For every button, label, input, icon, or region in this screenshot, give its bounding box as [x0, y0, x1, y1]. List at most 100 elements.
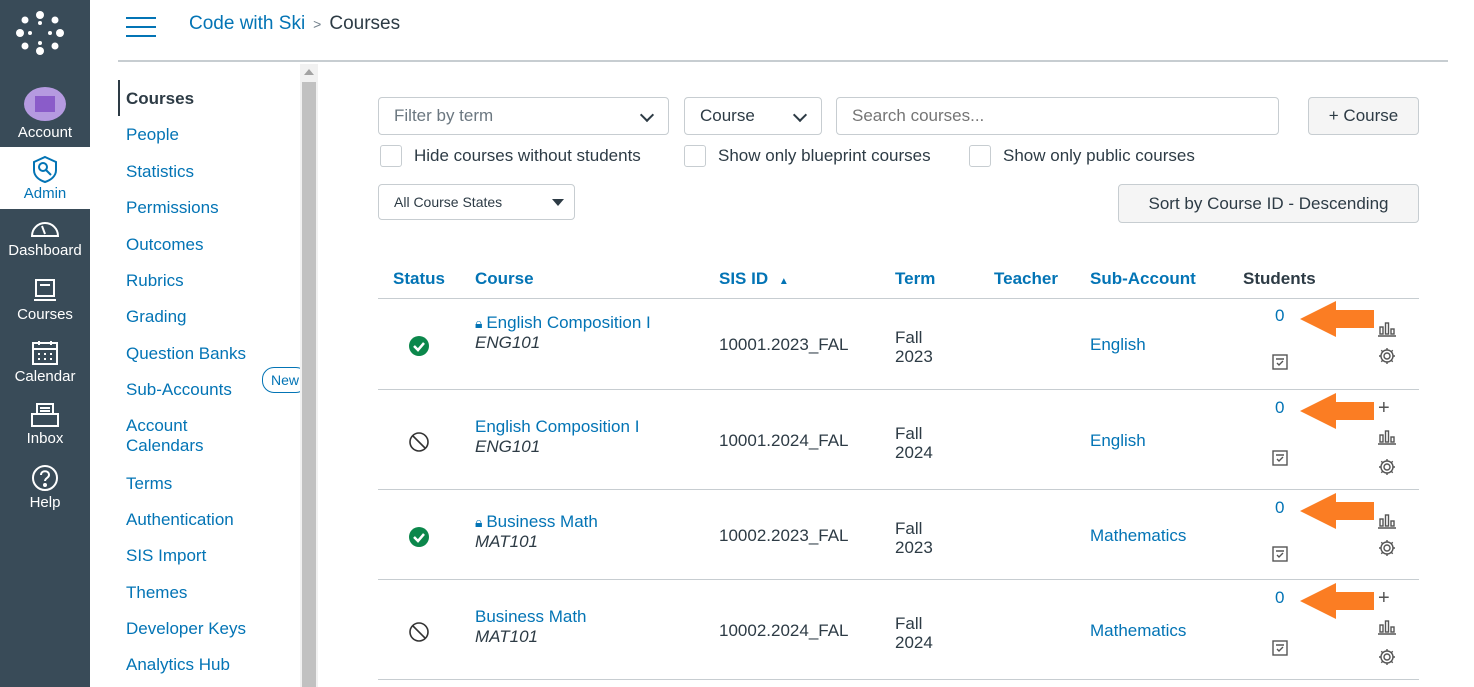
sub-nav-statistics[interactable]: Statistics [118, 153, 300, 189]
sub-account-link[interactable]: English [1090, 335, 1146, 355]
blueprint-only-checkbox[interactable]: Show only blueprint courses [684, 145, 931, 167]
term-season: Fall [895, 423, 923, 443]
course-link[interactable]: 🔒︎ English Composition I [475, 313, 651, 332]
add-course-button[interactable]: + Course [1308, 97, 1419, 135]
global-nav-admin[interactable]: Admin [0, 147, 90, 209]
course-link[interactable]: Business Math [475, 607, 587, 626]
global-nav-dashboard[interactable]: Dashboard [0, 208, 90, 270]
sub-nav-courses[interactable]: Courses [118, 80, 300, 117]
course-states-select[interactable]: All Course States [378, 184, 575, 220]
sis-id: 10002.2024_FAL [719, 620, 849, 640]
breadcrumb-account-link[interactable]: Code with Ski [189, 13, 305, 34]
sub-nav-people[interactable]: People [118, 116, 300, 152]
term-year: 2023 [895, 346, 933, 366]
sub-nav-label: Sub-Accounts [126, 380, 232, 400]
global-nav-inbox[interactable]: Inbox [0, 394, 90, 456]
global-nav-calendar[interactable]: Calendar [0, 332, 90, 394]
table-row: 🔒︎ Business Math MAT101 10002.2023_FAL F… [378, 491, 1419, 580]
global-nav-help[interactable]: Help [0, 456, 90, 518]
sub-nav-account-calendars[interactable]: Account Calendars New [118, 366, 308, 465]
header-course[interactable]: Course [475, 269, 534, 289]
course-link[interactable]: English Composition I [475, 417, 639, 436]
statistics-icon[interactable] [1378, 619, 1396, 640]
global-nav-label: Admin [23, 185, 67, 202]
header-status[interactable]: Status [393, 269, 445, 289]
sub-nav-question-banks[interactable]: Question Banks [118, 335, 300, 371]
students-count[interactable]: 0 [1275, 306, 1284, 326]
sub-nav-terms[interactable]: Terms [118, 465, 300, 501]
course-code: MAT101 [475, 531, 538, 551]
course-name: English Composition I [475, 416, 640, 436]
sub-nav-label: SIS Import [126, 546, 207, 566]
header-sub-account[interactable]: Sub-Account [1090, 269, 1196, 289]
header-sis-id-label: SIS ID [719, 269, 769, 288]
settings-gear-icon[interactable] [1378, 347, 1396, 370]
unpublished-status-icon[interactable] [408, 431, 430, 458]
sub-nav-analytics-hub[interactable]: Analytics Hub [118, 646, 300, 682]
term-year: 2024 [895, 442, 933, 462]
term-filter-placeholder: Filter by term [394, 106, 494, 125]
sub-nav-rubrics[interactable]: Rubrics [118, 262, 300, 298]
term-filter-select[interactable]: Filter by term [378, 97, 669, 135]
course-link[interactable]: 🔒︎ Business Math [475, 512, 598, 531]
chevron-down-icon [792, 107, 808, 123]
add-user-icon[interactable]: + [1378, 587, 1390, 610]
header-sis-id[interactable]: SIS ID ▲ [719, 269, 789, 289]
sub-account-link[interactable]: Mathematics [1090, 621, 1186, 641]
table-row: 🔒︎ English Composition I ENG101 10001.20… [378, 299, 1419, 390]
students-count[interactable]: 0 [1275, 588, 1284, 608]
students-count[interactable]: 0 [1275, 398, 1284, 418]
sub-nav-developer-keys[interactable]: Developer Keys [118, 610, 300, 646]
statistics-icon[interactable] [1378, 429, 1396, 450]
published-status-icon[interactable] [408, 335, 430, 362]
students-count[interactable]: 0 [1275, 498, 1284, 518]
dashboard-icon [0, 216, 90, 240]
sub-nav-label: Question Banks [126, 343, 247, 363]
sub-nav-themes[interactable]: Themes [118, 574, 300, 610]
sis-id: 10001.2023_FAL [719, 334, 849, 354]
gradebook-icon[interactable] [1271, 639, 1289, 662]
course-code: ENG101 [475, 333, 541, 352]
sort-button[interactable]: Sort by Course ID - Descending [1118, 184, 1419, 223]
sub-nav-sis-import[interactable]: SIS Import [118, 537, 300, 573]
search-type-select[interactable]: Course [684, 97, 822, 135]
breadcrumb-current: Courses [329, 13, 401, 34]
settings-gear-icon[interactable] [1378, 458, 1396, 481]
sis-id: 10001.2024_FAL [719, 430, 849, 450]
canvas-logo-icon[interactable] [14, 10, 66, 61]
lock-icon: 🔒︎ [475, 315, 487, 331]
unpublished-status-icon[interactable] [408, 621, 430, 648]
gradebook-icon[interactable] [1271, 353, 1289, 376]
sub-nav-scrollbar[interactable] [300, 64, 318, 687]
settings-gear-icon[interactable] [1378, 539, 1396, 562]
settings-gear-icon[interactable] [1378, 648, 1396, 671]
sub-nav-label: Permissions [126, 198, 219, 218]
course-states-value: All Course States [394, 194, 503, 210]
sub-nav-outcomes[interactable]: Outcomes [118, 226, 300, 262]
hamburger-menu-icon[interactable] [126, 17, 156, 44]
sub-nav-label: Account Calendars [126, 415, 204, 455]
add-user-icon[interactable]: + [1378, 397, 1390, 420]
sub-nav-permissions[interactable]: Permissions [118, 189, 300, 225]
statistics-icon[interactable] [1378, 321, 1396, 342]
statistics-icon[interactable] [1378, 513, 1396, 534]
sub-nav-grading[interactable]: Grading [118, 298, 300, 334]
header-teacher[interactable]: Teacher [994, 269, 1058, 289]
header-term[interactable]: Term [895, 269, 935, 289]
public-only-checkbox[interactable]: Show only public courses [969, 145, 1195, 167]
published-status-icon[interactable] [408, 526, 430, 553]
table-row: Business Math MAT101 10002.2024_FAL Fall… [378, 581, 1419, 680]
sis-id: 10002.2023_FAL [719, 525, 849, 545]
search-courses-input[interactable] [836, 97, 1279, 135]
gradebook-icon[interactable] [1271, 545, 1289, 568]
course-name: English Composition I [486, 313, 651, 332]
annotation-arrow [1298, 299, 1376, 344]
gradebook-icon[interactable] [1271, 449, 1289, 472]
global-nav-account[interactable]: Account [0, 78, 90, 146]
global-nav-courses[interactable]: Courses [0, 270, 90, 332]
sub-account-link[interactable]: Mathematics [1090, 526, 1186, 546]
hide-without-students-checkbox[interactable]: Hide courses without students [380, 145, 641, 167]
sub-nav-authentication[interactable]: Authentication [118, 501, 300, 537]
sub-account-link[interactable]: English [1090, 431, 1146, 451]
checkbox-label: Hide courses without students [414, 146, 641, 165]
